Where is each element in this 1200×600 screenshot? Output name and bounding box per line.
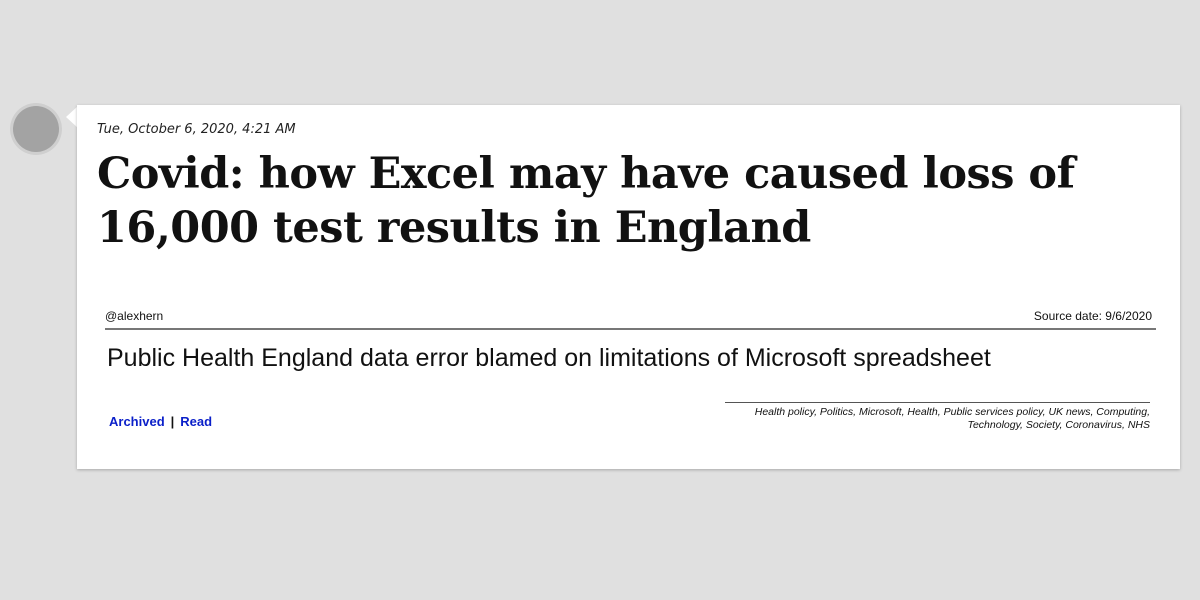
post-subtitle: Public Health England data error blamed …: [107, 344, 991, 372]
author-handle: @alexhern: [105, 309, 164, 323]
byline-row: @alexhern Source date: 9/6/2020: [105, 308, 1156, 330]
avatar[interactable]: [13, 106, 59, 152]
link-separator: |: [170, 414, 175, 429]
source-date: Source date: 9/6/2020: [1033, 309, 1152, 323]
post-headline: Covid: how Excel may have caused loss of…: [97, 149, 1075, 253]
read-link[interactable]: Read: [180, 414, 212, 429]
post-timestamp: Tue, October 6, 2020, 4:21 AM: [97, 122, 296, 137]
post-links: Archived | Read: [109, 414, 212, 429]
post-tags: Health policy, Politics, Microsoft, Heal…: [725, 402, 1150, 432]
post-card: Tue, October 6, 2020, 4:21 AM Covid: how…: [77, 105, 1180, 469]
archived-link[interactable]: Archived: [109, 414, 165, 429]
